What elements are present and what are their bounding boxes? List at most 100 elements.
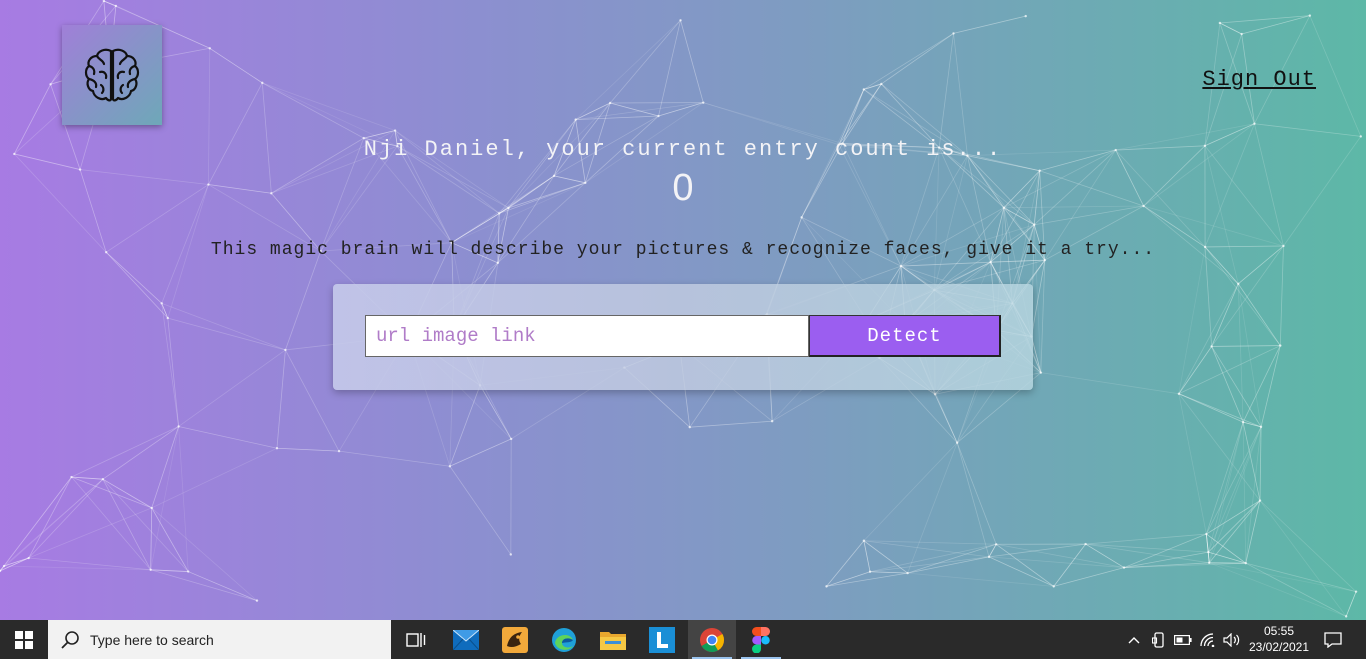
particle-link — [938, 33, 954, 148]
particle-node — [1052, 585, 1055, 588]
particle-node — [880, 82, 883, 86]
tray-battery[interactable] — [1172, 620, 1194, 659]
particle-link — [71, 426, 179, 478]
taskbar-search-box[interactable]: Type here to search — [48, 620, 391, 659]
particle-node — [702, 101, 705, 104]
particle-link — [907, 543, 997, 574]
particle-link — [680, 20, 704, 103]
particle-link — [28, 507, 152, 559]
particle-link — [449, 466, 512, 555]
entry-count-value: 0 — [672, 167, 694, 209]
particle-link — [208, 48, 211, 185]
logo-tilt-card[interactable] — [62, 25, 162, 125]
particle-node — [275, 447, 279, 450]
particle-link — [1211, 345, 1281, 347]
tray-volume[interactable] — [1221, 620, 1243, 659]
particle-node — [187, 570, 190, 573]
image-link-form: Detect — [333, 284, 1033, 390]
particle-node — [1354, 590, 1358, 593]
particle-node — [899, 264, 903, 268]
taskbar-edge[interactable] — [540, 620, 588, 659]
particle-node — [679, 19, 682, 22]
entry-count-greeting: Nji Daniel, your current entry count is.… — [363, 137, 1003, 162]
particle-link — [167, 318, 180, 427]
particle-link — [3, 476, 72, 567]
particle-node — [1039, 371, 1043, 374]
edge-icon — [552, 627, 576, 652]
particle-link — [1254, 123, 1361, 137]
mail-icon — [453, 629, 479, 650]
taskbar-clock[interactable]: 05:55 23/02/2021 — [1244, 623, 1314, 655]
particle-link — [907, 556, 990, 574]
taskbar-l-app[interactable] — [638, 620, 686, 659]
tray-network[interactable] — [1197, 620, 1219, 659]
detect-button[interactable]: Detect — [809, 315, 1001, 357]
particle-node — [49, 83, 52, 86]
particle-link — [161, 302, 286, 351]
particle-node — [657, 114, 660, 118]
particle-link — [1279, 245, 1284, 346]
particle-link — [3, 478, 104, 567]
particle-node — [1279, 344, 1282, 347]
particle-link — [1204, 246, 1281, 346]
particle-node — [208, 47, 211, 50]
taskbar-mail[interactable] — [442, 620, 490, 659]
particle-node — [1258, 499, 1262, 502]
tray-device[interactable] — [1148, 620, 1170, 659]
image-url-input[interactable] — [365, 315, 809, 357]
task-view-button[interactable] — [392, 620, 440, 659]
show-hidden-icons-button[interactable] — [1124, 620, 1144, 659]
particle-link — [0, 557, 29, 572]
particle-node — [1207, 550, 1210, 554]
particle-node — [150, 506, 153, 510]
particle-link — [1245, 500, 1261, 564]
clock-date: 23/02/2021 — [1248, 640, 1310, 654]
particle-link — [276, 349, 286, 449]
particle-link — [575, 20, 681, 120]
particle-node — [337, 449, 341, 453]
taskbar-chrome[interactable] — [688, 620, 736, 659]
particle-node — [1308, 14, 1312, 17]
particle-link — [178, 349, 286, 427]
particle-link — [178, 426, 189, 572]
particle-link — [1085, 533, 1207, 545]
particle-node — [101, 477, 105, 481]
particle-link — [1085, 543, 1210, 564]
taskbar-search-placeholder: Type here to search — [90, 631, 214, 648]
particle-node — [114, 4, 118, 8]
particle-link — [105, 251, 169, 319]
taskbar-game-app[interactable] — [491, 620, 539, 659]
particle-link — [956, 442, 997, 545]
particle-node — [1240, 32, 1243, 36]
taskbar-file-explorer[interactable] — [589, 620, 637, 659]
particle-node — [989, 260, 992, 264]
start-button[interactable] — [0, 620, 48, 659]
particle-link — [1040, 260, 1046, 373]
sign-out-link[interactable]: Sign Out — [1202, 67, 1316, 92]
notification-center-button[interactable] — [1318, 620, 1348, 659]
particle-link — [276, 447, 340, 452]
file-explorer-icon — [600, 631, 626, 650]
particle-node — [149, 568, 152, 571]
particle-node — [994, 543, 998, 546]
particle-link — [3, 557, 29, 567]
particle-node — [1177, 392, 1181, 395]
particle-link — [1206, 426, 1262, 535]
particle-node — [1218, 21, 1222, 25]
particle-node — [1033, 223, 1036, 226]
particle-node — [177, 425, 180, 428]
particle-link — [1085, 543, 1209, 553]
particle-link — [1345, 591, 1357, 617]
particle-link — [907, 572, 1054, 587]
taskbar-figma[interactable] — [737, 620, 785, 659]
notification-icon — [1324, 631, 1342, 648]
particle-link — [150, 507, 153, 570]
clock-time: 05:55 — [1263, 624, 1295, 638]
particle-link — [863, 540, 997, 545]
particle-node — [255, 599, 259, 602]
particle-link — [609, 20, 681, 104]
particle-node — [906, 571, 909, 575]
particle-link — [1053, 567, 1125, 587]
particle-node — [261, 81, 264, 85]
app-description: This magic brain will describe your pict… — [210, 240, 1156, 260]
